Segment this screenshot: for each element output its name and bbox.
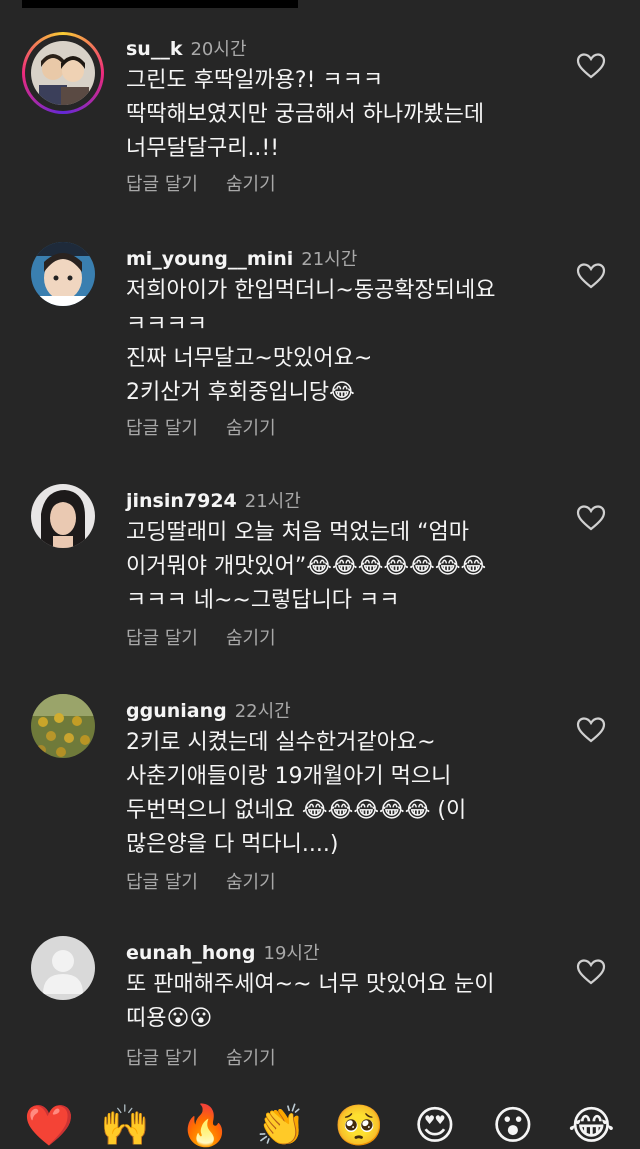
reply-button[interactable]: 답글 달기 bbox=[126, 174, 198, 195]
like-heart-icon[interactable] bbox=[576, 958, 606, 986]
reaction-heart-eyes-icon[interactable]: 😍 bbox=[414, 1106, 456, 1146]
avatar[interactable] bbox=[31, 694, 95, 758]
reaction-pleading-icon[interactable]: 🥺 bbox=[334, 1106, 384, 1146]
hide-button[interactable]: 숨기기 bbox=[226, 1048, 276, 1069]
username[interactable]: su__k bbox=[126, 38, 182, 60]
reply-button[interactable]: 답글 달기 bbox=[126, 628, 198, 649]
timestamp: 21시간 bbox=[301, 249, 358, 270]
like-heart-icon[interactable] bbox=[576, 262, 606, 290]
avatar[interactable] bbox=[31, 484, 95, 548]
like-heart-icon[interactable] bbox=[576, 52, 606, 80]
reaction-fire-icon[interactable]: 🔥 bbox=[180, 1106, 230, 1146]
reply-button[interactable]: 답글 달기 bbox=[126, 872, 198, 893]
reaction-surprised-icon[interactable]: 😮 bbox=[492, 1106, 534, 1146]
reaction-heart-icon[interactable]: ❤️ bbox=[24, 1106, 74, 1146]
timestamp: 20시간 bbox=[190, 39, 247, 60]
reaction-clap-icon[interactable]: 👏 bbox=[256, 1106, 306, 1146]
reply-button[interactable]: 답글 달기 bbox=[126, 418, 198, 439]
like-heart-icon[interactable] bbox=[576, 504, 606, 532]
comment-text: 그린도 후딱일까용?! ㅋㅋㅋ 딱딱해보였지만 궁금해서 하나까봤는데 너무달달… bbox=[126, 68, 485, 161]
comment-text: 저희아이가 한입먹더니~동공확장되네요 ㅋㅋㅋㅋ 진짜 너무달고~맛있어요~ 2… bbox=[126, 278, 496, 405]
comment-text: 또 판매해주세여~~ 너무 맛있어요 눈이 띠용😮😮 bbox=[126, 972, 495, 1031]
hide-button[interactable]: 숨기기 bbox=[226, 418, 276, 439]
avatar[interactable] bbox=[31, 242, 95, 306]
reply-button[interactable]: 답글 달기 bbox=[126, 1048, 198, 1069]
reaction-raised-hands-icon[interactable]: 🙌 bbox=[100, 1106, 150, 1146]
status-strip bbox=[22, 0, 298, 8]
timestamp: 19시간 bbox=[263, 943, 320, 964]
username[interactable]: eunah_hong bbox=[126, 942, 256, 964]
hide-button[interactable]: 숨기기 bbox=[226, 628, 276, 649]
timestamp: 22시간 bbox=[234, 701, 291, 722]
hide-button[interactable]: 숨기기 bbox=[226, 872, 276, 893]
username[interactable]: jinsin7924 bbox=[126, 490, 237, 512]
reaction-laughing-icon[interactable]: 😂 bbox=[568, 1106, 615, 1146]
username[interactable]: mi_young__mini bbox=[126, 248, 293, 270]
avatar[interactable] bbox=[31, 936, 95, 1000]
timestamp: 21시간 bbox=[244, 491, 301, 512]
like-heart-icon[interactable] bbox=[576, 716, 606, 744]
hide-button[interactable]: 숨기기 bbox=[226, 174, 276, 195]
username[interactable]: gguniang bbox=[126, 700, 227, 722]
comment-text: 고딩딸래미 오늘 처음 먹었는데 “엄마 이거뭐야 개맛있어”😂😂😂😂😂😂😂 ㅋ… bbox=[126, 520, 487, 613]
avatar[interactable] bbox=[31, 41, 95, 105]
quick-reaction-bar: ❤️ 🙌 🔥 👏 🥺 😍 😮 😂 bbox=[0, 1106, 640, 1146]
comment-text: 2키로 시켰는데 실수한거같아요~ 사춘기애들이랑 19개월아기 먹으니 두번먹… bbox=[126, 730, 467, 857]
